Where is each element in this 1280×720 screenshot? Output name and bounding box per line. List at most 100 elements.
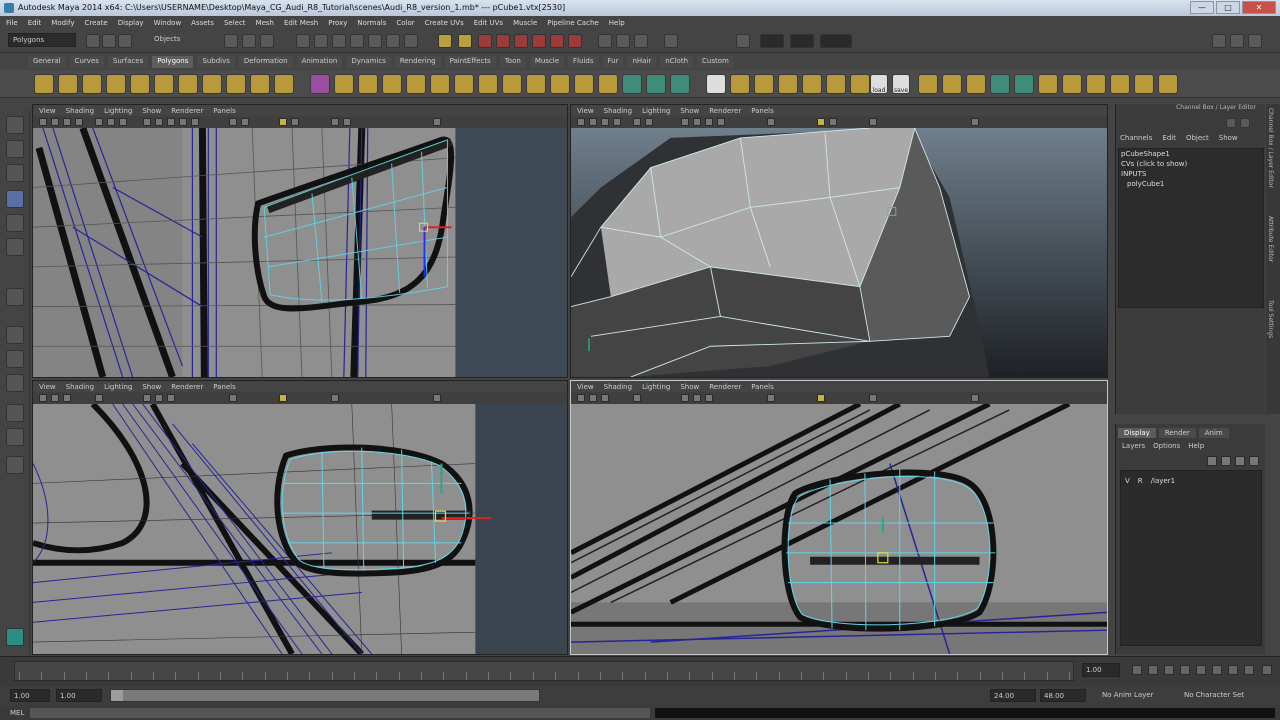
camera-select-icon[interactable] (577, 394, 585, 402)
image-plane-icon[interactable] (75, 118, 83, 126)
range-start-field[interactable]: 1.00 (10, 689, 50, 702)
menu-mesh[interactable]: Mesh (256, 19, 274, 27)
snap-view-plane-icon[interactable] (532, 34, 546, 48)
single-perspective-layout-icon[interactable] (6, 326, 24, 344)
soft-select-icon[interactable] (990, 74, 1010, 94)
lasso-tool-icon[interactable] (6, 140, 24, 158)
shelf-tab-muscle[interactable]: Muscle (529, 56, 565, 68)
selection-mask-label[interactable]: Objects (154, 35, 180, 43)
grid-toggle-icon[interactable] (95, 394, 103, 402)
grid-toggle-icon[interactable] (633, 394, 641, 402)
vp-menu-panels[interactable]: Panels (213, 383, 236, 391)
input-field-2[interactable] (790, 34, 814, 48)
poke-face-icon[interactable] (850, 74, 870, 94)
shelf-tab-surfaces[interactable]: Surfaces (107, 56, 149, 68)
go-to-end-icon[interactable] (1244, 665, 1254, 675)
menu-muscle[interactable]: Muscle (513, 19, 537, 27)
viewport-bottom-left[interactable]: View Shading Lighting Show Renderer Pane… (32, 380, 568, 655)
poly-pipe-icon[interactable] (226, 74, 246, 94)
film-gate-icon[interactable] (645, 118, 653, 126)
play-forwards-icon[interactable] (1196, 665, 1206, 675)
command-input[interactable] (30, 708, 650, 718)
anti-alias-icon[interactable] (343, 118, 351, 126)
side-tab-channel-box[interactable]: Channel Box / Layer Editor (1267, 108, 1274, 188)
shelf-tab-curves[interactable]: Curves (69, 56, 104, 68)
last-tool-icon[interactable] (6, 288, 24, 306)
channel-box-icon[interactable] (1248, 34, 1262, 48)
menu-select[interactable]: Select (224, 19, 246, 27)
viewport-scene[interactable] (33, 128, 567, 377)
poly-prism-icon[interactable] (178, 74, 198, 94)
vp-menu-panels[interactable]: Panels (751, 383, 774, 391)
camera-attributes-icon[interactable] (589, 394, 597, 402)
snap-curve-icon[interactable] (496, 34, 510, 48)
hypershade-layout-icon[interactable] (6, 456, 24, 474)
persp-outliner-layout-icon[interactable] (6, 428, 24, 446)
range-slider-handle[interactable] (111, 690, 123, 701)
use-lights-icon[interactable] (191, 118, 199, 126)
viewport-top-right[interactable]: View Shading Lighting Show Renderer Pane… (570, 104, 1108, 378)
xray-icon[interactable] (229, 394, 237, 402)
shelf-tab-painteffects[interactable]: PaintEffects (444, 56, 496, 68)
menu-color[interactable]: Color (396, 19, 414, 27)
select-tool-icon[interactable] (6, 116, 24, 134)
difference-icon[interactable] (430, 74, 450, 94)
attribute-editor-icon[interactable] (1230, 34, 1244, 48)
xray-icon[interactable] (229, 118, 237, 126)
isolate-select-icon[interactable] (279, 394, 287, 402)
bookmarks-icon[interactable] (601, 394, 609, 402)
textured-icon[interactable] (717, 118, 725, 126)
vp-menu-view[interactable]: View (577, 107, 594, 115)
shelf-tab-fur[interactable]: Fur (602, 56, 624, 68)
target-weld-icon[interactable] (1086, 74, 1106, 94)
maximize-button[interactable]: □ (1216, 1, 1240, 14)
smooth-shade-icon[interactable] (155, 394, 163, 402)
collapse-icon[interactable] (802, 74, 822, 94)
vp-menu-panels[interactable]: Panels (751, 107, 774, 115)
shelf-tab-fluids[interactable]: Fluids (568, 56, 599, 68)
layer-tab-anim[interactable]: Anim (1198, 428, 1229, 438)
menu-window[interactable]: Window (154, 19, 182, 27)
isolate-select-icon[interactable] (817, 118, 825, 126)
xray-icon[interactable] (767, 394, 775, 402)
poly-pyramid-icon[interactable] (202, 74, 222, 94)
select-hierarchy-icon[interactable] (224, 34, 238, 48)
layer-tab-render[interactable]: Render (1158, 428, 1196, 438)
extract-icon[interactable] (382, 74, 402, 94)
chamfer-icon[interactable] (942, 74, 962, 94)
quadrangulate-icon[interactable] (598, 74, 618, 94)
scale-tool-icon[interactable] (6, 238, 24, 256)
wireframe-icon[interactable] (143, 394, 151, 402)
lock-selection-icon[interactable] (438, 34, 452, 48)
load-button[interactable]: load (870, 74, 888, 94)
poly-plane-icon[interactable] (130, 74, 150, 94)
wireframe-icon[interactable] (681, 118, 689, 126)
range-slider-bar[interactable] (110, 689, 540, 702)
extrude-icon[interactable] (622, 74, 642, 94)
xray-icon[interactable] (767, 118, 775, 126)
history-icon[interactable] (568, 34, 582, 48)
vp-menu-view[interactable]: View (39, 107, 56, 115)
image-plane-icon[interactable] (613, 118, 621, 126)
wireframe-on-shaded-icon[interactable] (705, 394, 713, 402)
poly-helix-icon[interactable] (250, 74, 270, 94)
make-live-icon[interactable] (550, 34, 564, 48)
shelf-tab-toon[interactable]: Toon (499, 56, 526, 68)
time-slider-track[interactable] (14, 661, 1074, 681)
vp-menu-show[interactable]: Show (142, 107, 161, 115)
input-field-3[interactable] (820, 34, 852, 48)
cb-menu-show[interactable]: Show (1219, 134, 1238, 142)
intersection-icon[interactable] (454, 74, 474, 94)
shelf-tab-polygons[interactable]: Polygons (152, 56, 194, 68)
menu-edit[interactable]: Edit (28, 19, 42, 27)
render-frame-icon[interactable] (598, 34, 612, 48)
layer-menu-layers[interactable]: Layers (1122, 442, 1145, 450)
isolate-select-icon[interactable] (279, 118, 287, 126)
layer-menu-options[interactable]: Options (1153, 442, 1180, 450)
shelf-tab-nhair[interactable]: nHair (627, 56, 657, 68)
shelf-tab-dynamics[interactable]: Dynamics (346, 56, 391, 68)
wireframe-on-shaded-icon[interactable] (167, 394, 175, 402)
menu-edit-uvs[interactable]: Edit UVs (474, 19, 503, 27)
vp-menu-lighting[interactable]: Lighting (104, 383, 132, 391)
menu-display[interactable]: Display (118, 19, 144, 27)
